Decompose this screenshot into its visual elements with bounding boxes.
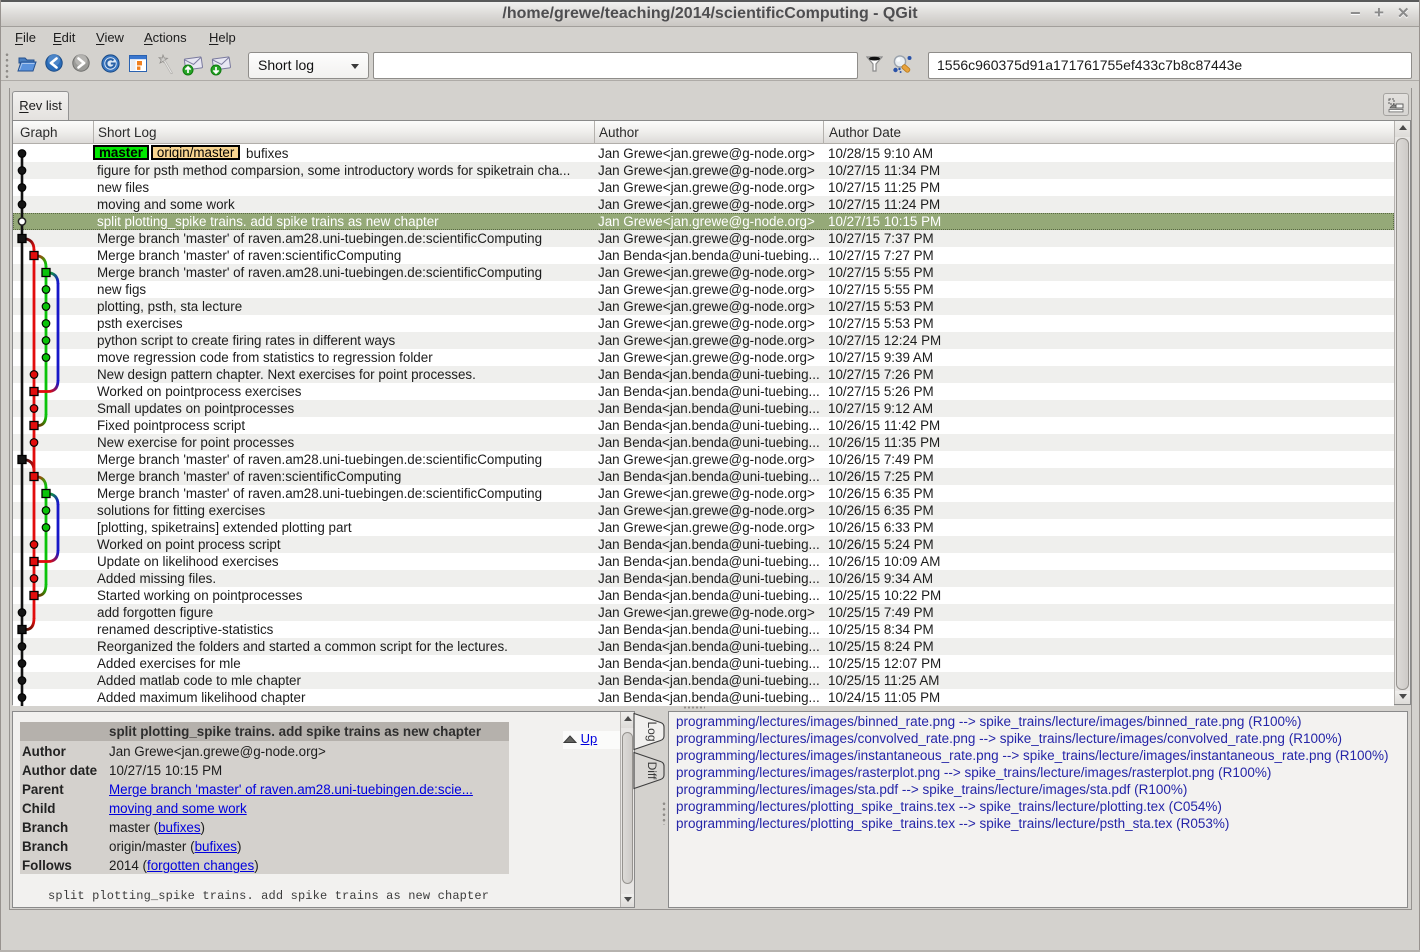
svg-text:Log: Log bbox=[645, 721, 659, 741]
svg-text:Diff: Diff bbox=[645, 762, 659, 780]
